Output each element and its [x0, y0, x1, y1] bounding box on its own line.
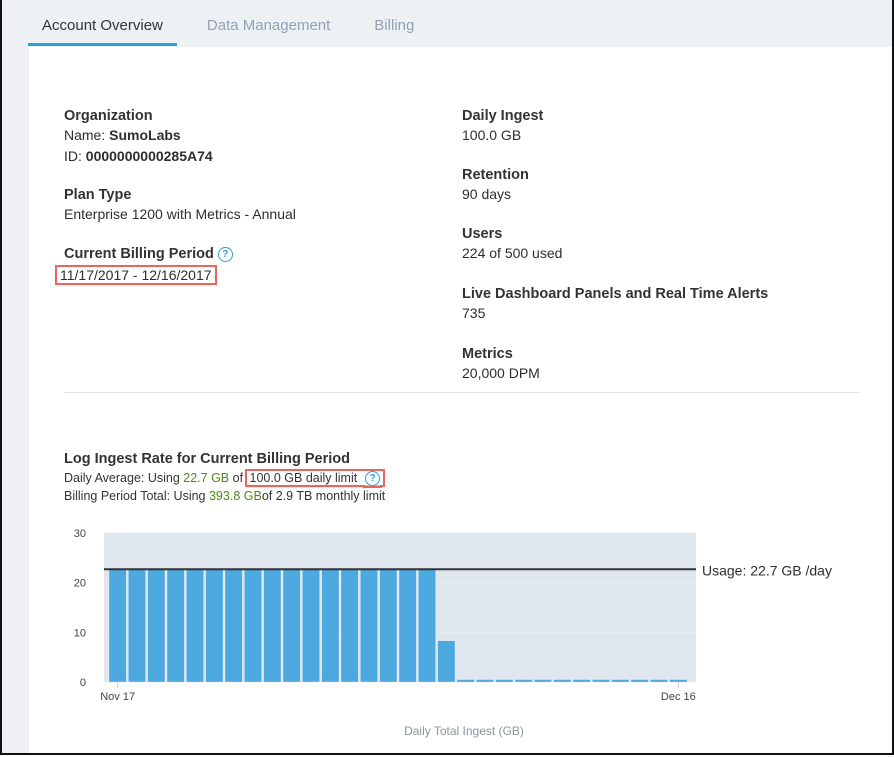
- x-tick-label: Nov 17: [100, 691, 135, 703]
- org-name-value: SumoLabs: [109, 127, 181, 143]
- tab-data-management[interactable]: Data Management: [193, 0, 344, 44]
- bar: [630, 679, 649, 683]
- daily-limit-highlight: 100.0 GB daily limit?: [244, 469, 386, 487]
- dashboards-label: Live Dashboard Panels and Real Time Aler…: [462, 286, 769, 302]
- daily-used-value: 22.7 GB: [183, 471, 230, 485]
- billing-period-section: Current Billing Period? 11/17/2017 - 12/…: [55, 245, 233, 285]
- retention-value: 90 days: [462, 186, 512, 202]
- plan-type-label: Plan Type: [64, 187, 132, 203]
- section-divider: [64, 392, 859, 393]
- retention-label: Retention: [462, 167, 529, 183]
- dashboards-section: Live Dashboard Panels and Real Time Aler…: [462, 285, 768, 323]
- bar: [128, 569, 146, 683]
- bar: [669, 679, 688, 683]
- x-axis-title: Daily Total Ingest (GB): [404, 724, 524, 738]
- bar: [302, 569, 320, 683]
- bar: [360, 569, 378, 683]
- x-tick-label: Dec 16: [661, 691, 696, 703]
- daily-ingest-label: Daily Ingest: [462, 108, 544, 124]
- plan-type-section: Plan Type Enterprise 1200 with Metrics -…: [64, 186, 296, 224]
- bar: [321, 569, 340, 683]
- organization-section: Organization Name: SumoLabs ID: 00000000…: [64, 107, 213, 166]
- retention-section: Retention 90 days: [462, 166, 529, 204]
- ingest-chart-svg: 0 10 20 30 Usage: 22.7 GB /day Nov 17 Dec 16: [74, 528, 832, 703]
- daily-ingest-value: 100.0 GB: [462, 127, 522, 143]
- ingest-rate-section: Log Ingest Rate for Current Billing Peri…: [64, 450, 385, 505]
- users-label: Users: [462, 226, 503, 242]
- bar: [205, 569, 224, 683]
- y-tick-label: 20: [74, 578, 86, 590]
- y-tick-label: 0: [80, 677, 86, 689]
- metrics-value: 20,000 DPM: [462, 365, 540, 381]
- tab-bar: Account Overview Data Management Billing: [28, 0, 430, 46]
- organization-id: ID: 0000000000285A74: [64, 147, 213, 166]
- tab-billing[interactable]: Billing: [360, 0, 428, 44]
- plan-type-value: Enterprise 1200 with Metrics - Annual: [64, 206, 296, 222]
- bar: [495, 679, 514, 683]
- bar: [263, 569, 282, 683]
- bar: [398, 569, 417, 683]
- window-frame: Account Overview Data Management Billing…: [0, 0, 894, 755]
- tab-account-overview[interactable]: Account Overview: [28, 0, 177, 46]
- daily-limit-value: 100.0 GB daily limit: [249, 471, 358, 485]
- bar: [456, 679, 475, 683]
- bar: [418, 569, 436, 683]
- bar: [282, 569, 301, 683]
- total-limit-text: of 2.9 TB monthly limit: [261, 489, 386, 503]
- dashboards-value: 735: [462, 305, 486, 321]
- users-section: Users 224 of 500 used: [462, 225, 562, 263]
- daily-of: of: [229, 471, 247, 485]
- bar: [514, 679, 533, 683]
- bar: [244, 569, 262, 683]
- org-id-value: 0000000000285A74: [85, 148, 213, 164]
- daily-average-line: Daily Average: Using 22.7 GB of 100.0 GB…: [64, 469, 386, 487]
- bar: [534, 679, 552, 683]
- account-overview-panel: Organization Name: SumoLabs ID: 00000000…: [29, 47, 892, 753]
- bar: [611, 679, 630, 683]
- ingest-rate-title: Log Ingest Rate for Current Billing Peri…: [64, 451, 350, 467]
- help-icon[interactable]: ?: [217, 247, 233, 262]
- id-prefix: ID:: [64, 148, 86, 164]
- bar: [379, 569, 398, 683]
- metrics-section: Metrics 20,000 DPM: [462, 345, 540, 383]
- bar: [166, 569, 185, 683]
- ingest-chart: 0 10 20 30 Usage: 22.7 GB /day Nov 17 Dec 16 D…: [64, 519, 864, 749]
- billing-period-value: 11/17/2017 - 12/16/2017: [55, 265, 217, 285]
- organization-name: Name: SumoLabs: [64, 126, 213, 145]
- billing-total-prefix: Billing Period Total: Using: [64, 489, 209, 503]
- bar: [340, 569, 359, 683]
- billing-period-label-text: Current Billing Period: [64, 246, 214, 262]
- y-tick-label: 10: [74, 627, 86, 639]
- bar: [108, 569, 127, 683]
- daily-average-prefix: Daily Average: Using: [64, 471, 184, 485]
- users-value: 224 of 500 used: [462, 245, 563, 261]
- help-icon[interactable]: ?: [365, 471, 381, 486]
- name-prefix: Name:: [64, 127, 110, 143]
- bar: [650, 679, 668, 683]
- total-used-value: 393.8 GB: [208, 489, 262, 503]
- billing-total-line: Billing Period Total: Using 393.8 GBof 2…: [64, 487, 385, 505]
- bar: [186, 569, 204, 683]
- bar: [476, 679, 494, 683]
- bar: [592, 679, 610, 683]
- y-tick-label: 30: [74, 528, 86, 540]
- usage-label: Usage: 22.7 GB /day: [702, 562, 832, 578]
- bar: [553, 679, 572, 683]
- bar: [224, 569, 243, 683]
- bar: [147, 569, 166, 683]
- billing-period-label: Current Billing Period?: [64, 245, 233, 264]
- organization-label: Organization: [64, 108, 153, 124]
- bar: [572, 679, 591, 683]
- daily-ingest-section: Daily Ingest 100.0 GB: [462, 107, 543, 145]
- metrics-label: Metrics: [462, 346, 513, 362]
- bar: [437, 640, 456, 683]
